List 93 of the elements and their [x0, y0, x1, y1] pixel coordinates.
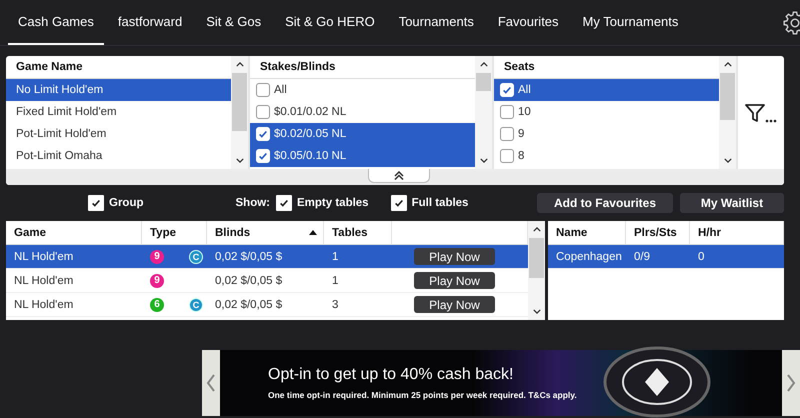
chevron-left-icon — [206, 373, 216, 393]
scroll-up-icon[interactable] — [236, 62, 244, 67]
scroll-down-icon[interactable] — [724, 158, 732, 163]
option-label: Group — [109, 197, 144, 209]
my-waitlist-button[interactable]: My Waitlist — [680, 193, 784, 213]
scroll-down-icon[interactable] — [532, 309, 540, 314]
play-now-button[interactable]: Play Now — [414, 248, 495, 265]
add-to-favourites-button[interactable]: Add to Favourites — [537, 193, 673, 213]
scrollbar-thumb[interactable] — [476, 73, 491, 91]
chevron-right-icon — [786, 373, 796, 393]
column-header[interactable]: Plrs/Sts — [634, 226, 677, 238]
seats-badge: 9 — [150, 250, 164, 264]
game-cell-text: NL Hold'em — [13, 274, 74, 286]
filter-option[interactable]: $0.01/0.02 NL — [250, 101, 475, 123]
scrollbar-thumb[interactable] — [720, 73, 735, 120]
sort-up-icon — [309, 230, 317, 235]
collapse-button[interactable] — [368, 169, 430, 183]
table-row[interactable]: NL Hold'em 9 C 0,02 $/0,05 $ 1 Play Now — [6, 245, 528, 269]
list-heading: Stakes/Blinds — [250, 56, 475, 79]
cap-badge: C — [189, 298, 203, 312]
scrollbar[interactable] — [231, 56, 248, 169]
checkmark-icon — [91, 198, 101, 208]
table-cell-text: 0 — [697, 250, 706, 262]
scrollbar[interactable] — [528, 221, 545, 320]
tables-cell-text: 1 — [331, 274, 340, 286]
blinds-cell-text: 0,02 $/0,05 $ — [214, 250, 284, 262]
column-header[interactable]: Tables — [324, 221, 392, 244]
checkbox[interactable] — [256, 83, 270, 97]
filter-option[interactable]: Fixed Limit Hold'em — [6, 101, 231, 123]
column-header[interactable]: Blinds — [215, 226, 250, 238]
game-cell-text: NL Hold'em — [13, 250, 74, 262]
filter-option[interactable]: All — [250, 79, 475, 101]
filter-option[interactable]: $0.02/0.05 NL — [250, 123, 475, 145]
tab[interactable]: Cash Games — [8, 0, 104, 45]
filter-option[interactable]: Pot-Limit Hold'em — [6, 123, 231, 145]
tab[interactable]: Tournaments — [388, 0, 484, 45]
checkbox[interactable] — [500, 127, 514, 141]
previous-button[interactable] — [202, 350, 220, 416]
table-row[interactable]: Copenhagen 0/9 0 — [548, 245, 784, 269]
seats-badge: 9 — [150, 274, 164, 288]
column-header[interactable]: Type — [142, 221, 207, 244]
scroll-up-icon[interactable] — [532, 227, 540, 232]
table-cell-text: Copenhagen — [555, 250, 623, 262]
scroll-up-icon[interactable] — [480, 62, 488, 67]
scroll-up-icon[interactable] — [724, 62, 732, 67]
option-label: Full tables — [412, 197, 468, 209]
scrollbar[interactable] — [475, 56, 492, 169]
tab[interactable]: Sit & Gos — [196, 0, 272, 45]
filter-option[interactable]: No Limit Hold'em — [6, 79, 231, 101]
checkmark-icon — [394, 198, 404, 208]
filter-option[interactable]: Pot-Limit Omaha — [6, 145, 231, 167]
option-label: Empty tables — [297, 197, 369, 209]
play-now-button[interactable]: Play Now — [414, 272, 495, 289]
game-cell-text: NL Hold'em — [13, 298, 74, 310]
filter-option[interactable]: 10 — [494, 101, 719, 123]
tab[interactable]: Sit & Go HERO — [275, 0, 385, 45]
table-row[interactable]: NL Hold'em 6 C 0,02 $/0,05 $ 3 Play Now — [6, 293, 528, 317]
tab[interactable]: My Tournaments — [572, 0, 688, 45]
filter-option[interactable]: 9 — [494, 123, 719, 145]
checkmark-icon — [258, 151, 268, 161]
next-button[interactable] — [782, 350, 800, 416]
banner-headline: Opt-in to get up to 40% cash back! — [268, 366, 514, 384]
seats-badge: 6 — [150, 298, 164, 312]
scroll-down-icon[interactable] — [236, 158, 244, 163]
checkbox[interactable] — [256, 105, 270, 119]
tab[interactable]: fastforward — [108, 0, 192, 45]
scrollbar-thumb[interactable] — [232, 73, 247, 131]
banner-fine-print: One time opt-in required. Minimum 25 points per week required. T&Cs apply. — [268, 390, 577, 400]
checkmark-icon — [502, 85, 512, 95]
filter-option[interactable]: $0.05/0.10 NL — [250, 145, 475, 167]
scrollbar[interactable] — [719, 56, 736, 169]
scrollbar-thumb[interactable] — [529, 238, 544, 278]
filter-icon[interactable] — [744, 102, 778, 124]
tab[interactable]: Favourites — [488, 0, 569, 45]
blinds-cell-text: 0,02 $/0,05 $ — [214, 274, 284, 286]
table-cell-text: 0/9 — [633, 250, 651, 262]
blinds-cell-text: 0,02 $/0,05 $ — [214, 298, 284, 310]
play-now-button[interactable]: Play Now — [414, 296, 495, 313]
column-header[interactable]: Game — [6, 221, 142, 244]
double-chevron-up-icon — [394, 171, 404, 180]
checkmark-icon — [279, 198, 289, 208]
column-header[interactable]: H/hr — [690, 221, 784, 244]
checkbox[interactable] — [500, 149, 514, 163]
tables-cell-text: 1 — [331, 250, 340, 262]
checkbox[interactable] — [500, 105, 514, 119]
tables-cell-text: 3 — [331, 298, 340, 310]
checkmark-icon — [258, 129, 268, 139]
table-row[interactable]: NL Hold'em 9 0,02 $/0,05 $ 1 Play Now — [6, 269, 528, 293]
scroll-down-icon[interactable] — [480, 158, 488, 163]
show-label: Show: — [236, 197, 270, 209]
column-header[interactable]: Name — [548, 221, 626, 244]
cap-badge: C — [189, 250, 203, 264]
filter-option[interactable]: 8 — [494, 145, 719, 167]
